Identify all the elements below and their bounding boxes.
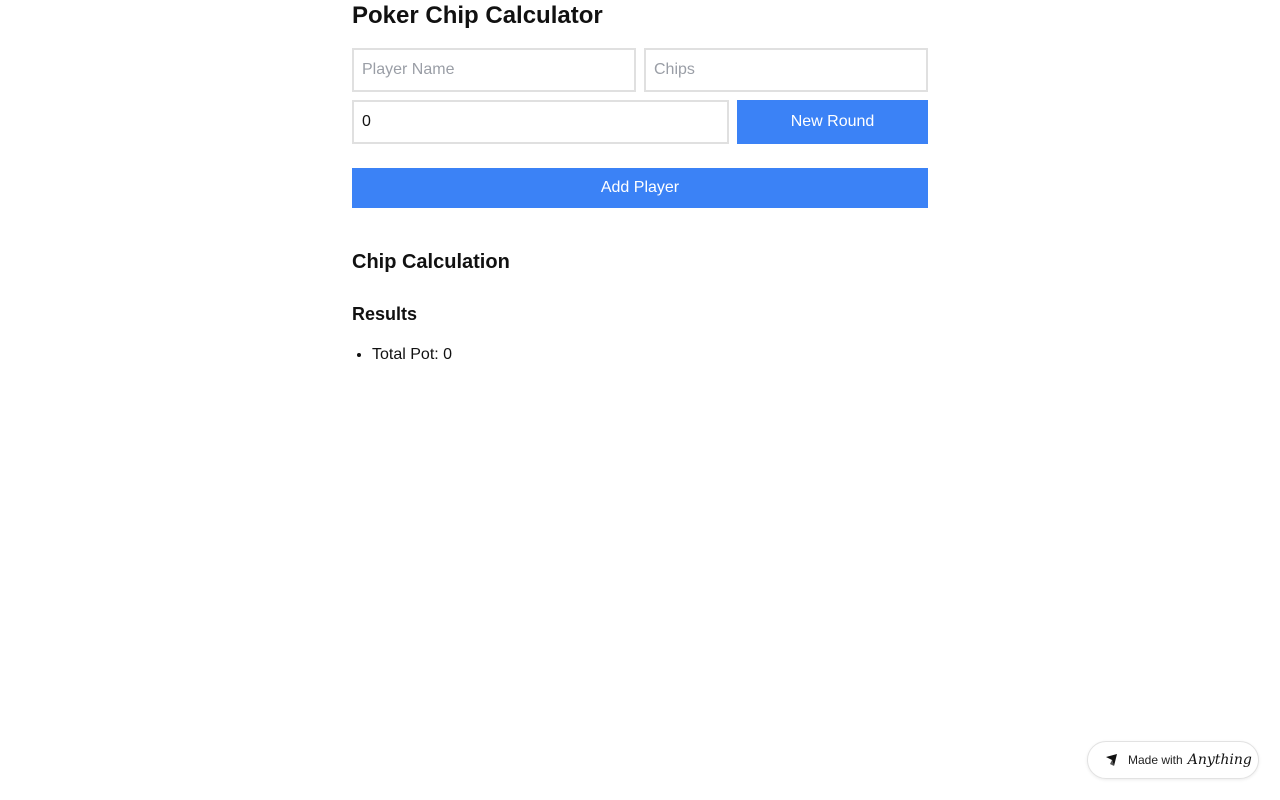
round-value-input[interactable] [352,100,729,144]
page-title: Poker Chip Calculator [352,2,603,29]
chip-calculation-heading: Chip Calculation [352,251,510,273]
add-player-button[interactable]: Add Player [352,168,928,208]
results-list-item: Total Pot: 0 [372,345,928,365]
made-with-badge[interactable]: Made with Anything [1087,741,1259,779]
made-with-label: Made with [1128,753,1183,767]
player-name-input[interactable] [352,48,636,92]
brand-name: Anything [1187,752,1252,768]
anything-logo-icon [1104,752,1120,768]
results-heading: Results [352,304,418,324]
chips-input[interactable] [644,48,928,92]
new-round-button[interactable]: New Round [737,100,928,144]
results-list: Total Pot: 0 [352,345,928,365]
